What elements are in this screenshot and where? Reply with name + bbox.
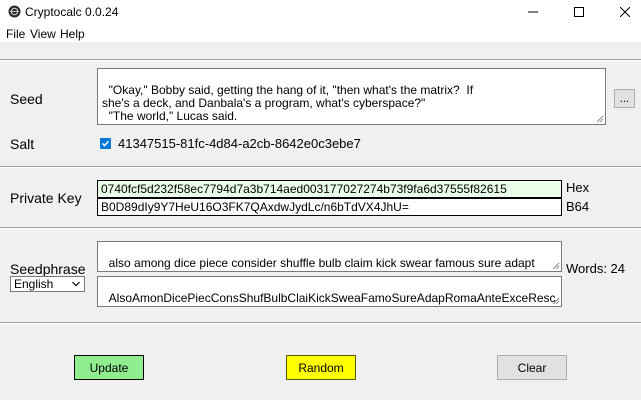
resize-grip-icon[interactable] bbox=[596, 115, 604, 123]
clear-button[interactable]: Clear bbox=[497, 355, 567, 380]
b64-label: B64 bbox=[566, 199, 590, 214]
resize-grip-icon[interactable] bbox=[552, 262, 560, 270]
private-key-b64-field[interactable]: B0D89dIy9Y7HeU16O3FK7QAxdwJydLc/n6bTdVX4… bbox=[97, 198, 562, 216]
update-button[interactable]: Update bbox=[74, 355, 144, 380]
private-key-hex-field[interactable]: 0740fcf5d232f58ec7794d7a3b714aed00317702… bbox=[97, 180, 562, 198]
random-button[interactable]: Random bbox=[286, 355, 356, 380]
salt-checkbox[interactable] bbox=[100, 138, 111, 149]
private-key-label: Private Key bbox=[10, 190, 82, 206]
seed-label: Seed bbox=[10, 91, 43, 107]
menu-file[interactable]: File bbox=[6, 27, 25, 41]
separator bbox=[0, 227, 641, 229]
seed-browse-button[interactable]: ... bbox=[614, 89, 635, 108]
seedphrase-label: Seedphrase bbox=[10, 261, 86, 277]
seedphrase-short: AlsoAmonDicePiecConsShufBulbClaiKickSwea… bbox=[102, 291, 556, 307]
language-select-value: English bbox=[14, 277, 54, 291]
seedphrase-words: also among dice piece consider shuffle b… bbox=[102, 256, 547, 272]
resize-grip-icon[interactable] bbox=[552, 297, 560, 305]
separator bbox=[0, 322, 641, 324]
seedphrase-short-textarea[interactable]: AlsoAmonDicePiecConsShufBulbClaiKickSwea… bbox=[97, 276, 562, 307]
salt-label: Salt bbox=[10, 136, 35, 152]
maximize-button[interactable] bbox=[556, 0, 602, 24]
hex-label: Hex bbox=[566, 180, 590, 195]
close-icon bbox=[620, 7, 630, 17]
checkmark-icon bbox=[101, 140, 110, 147]
menu-bar bbox=[0, 24, 641, 42]
separator bbox=[0, 59, 641, 61]
menu-view[interactable]: View bbox=[30, 27, 56, 41]
maximize-icon bbox=[574, 7, 584, 17]
seed-text: "Okay," Bobby said, getting the hang of … bbox=[102, 83, 474, 125]
minimize-button[interactable] bbox=[510, 0, 556, 24]
separator bbox=[0, 166, 641, 168]
close-button[interactable] bbox=[602, 0, 641, 24]
seedphrase-textarea[interactable]: also among dice piece consider shuffle b… bbox=[97, 241, 562, 272]
language-select[interactable]: English bbox=[10, 276, 85, 292]
app-icon bbox=[8, 5, 21, 18]
chevron-down-icon bbox=[72, 281, 80, 287]
salt-value: 41347515-81fc-4d84-a2cb-8642e0c3ebe7 bbox=[118, 136, 361, 151]
seed-textarea[interactable]: "Okay," Bobby said, getting the hang of … bbox=[97, 68, 606, 125]
word-count: Words: 24 bbox=[566, 261, 626, 276]
minimize-icon bbox=[528, 11, 538, 13]
window-title: Cryptocalc 0.0.24 bbox=[25, 5, 119, 19]
menu-help[interactable]: Help bbox=[60, 27, 85, 41]
